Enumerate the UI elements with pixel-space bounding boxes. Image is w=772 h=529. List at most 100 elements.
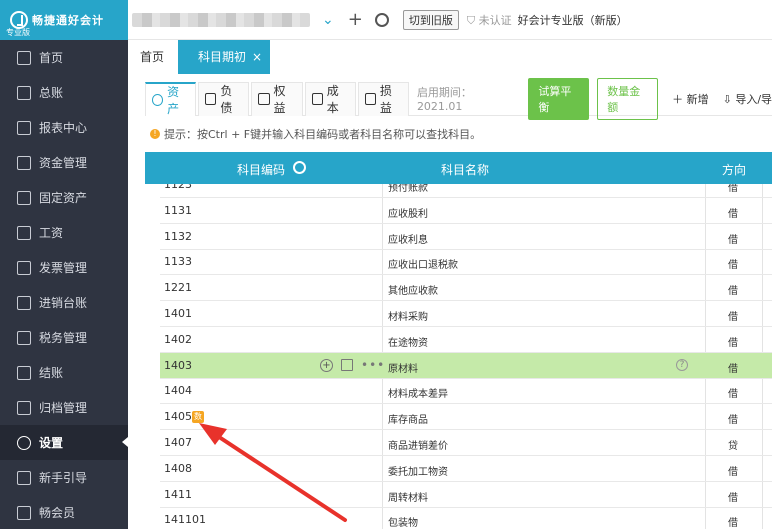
account-name: 材料成本差异 [388,389,448,401]
account-name: 在途物资 [388,337,428,349]
close-icon[interactable]: × [252,50,262,64]
sidebar-item-label: 工资 [39,226,64,240]
table-row[interactable]: 1407 商品进销差价 贷 [160,430,772,456]
import-export-label: 导入/导 [735,92,772,106]
column-settings-gear-icon[interactable] [293,161,306,174]
add-button[interactable]: ＋ 新增 [672,91,709,107]
gear-icon[interactable] [374,12,389,27]
sidebar-item-8[interactable]: 税务管理 [0,320,128,355]
table-row[interactable]: 1133 应收出口退税款 借 [160,249,772,276]
asset-icon [152,93,164,106]
sidebar-item-10[interactable]: 归档管理 [0,390,128,425]
category-tabs: 资产 负债 权益 成本 损益 启用期间：2021.01 试算平衡 数量金额 ＋ … [145,77,772,120]
sidebar-item-13[interactable]: 畅会员 [0,495,128,529]
account-name: 原材料 [388,363,418,375]
account-code: 1407 [164,436,192,449]
sidebar-item-3[interactable]: 资金管理 [0,145,128,180]
sidebar-item-6[interactable]: 发票管理 [0,250,128,285]
home-icon [17,50,31,65]
account-code: 1133 [164,255,192,269]
account-name: 预付账款 [388,184,428,194]
sidebar-item-label: 发票管理 [39,261,88,275]
account-name: 应收出口退税款 [388,260,458,272]
sidebar-item-11[interactable]: 设置 [0,425,128,460]
sidebar-item-0[interactable]: 首页 [0,40,128,75]
more-icon[interactable]: ••• [361,359,385,371]
table-row[interactable]: 1402 在途物资 借 [160,327,772,353]
column-header-code: 科目编码 [237,163,286,177]
switch-old-version-button[interactable]: 切到旧版 [402,9,459,30]
sidebar-item-5[interactable]: 工资 [0,215,128,250]
app-name: 畅捷通好会计 [32,14,104,27]
sidebar-item-2[interactable]: 报表中心 [0,110,128,145]
ledger-icon [17,85,31,100]
sidebar-item-label: 税务管理 [39,331,88,345]
account-name: 商品进销差价 [388,441,448,452]
help-icon[interactable]: ? [676,358,688,371]
table-row[interactable]: 1123 预付账款 借 [160,184,772,198]
tab-profit-loss-label: 损益 [379,84,392,115]
info-icon: ! [150,129,160,139]
sidebar-item-1[interactable]: 总账 [0,75,128,110]
trial-balance-button[interactable]: 试算平衡 [528,77,590,120]
sidebar-item-label: 畅会员 [39,506,76,520]
balance-direction: 借 [728,184,738,194]
sidebar-item-12[interactable]: 新手引导 [0,460,128,495]
table-row[interactable]: 1403 + •••? 原材料 借 [160,352,772,379]
balance-direction: 借 [728,208,738,220]
table-row[interactable]: 1411 周转材料 借 [160,482,772,508]
table-row[interactable]: 1405 数 库存商品 借 [160,404,772,431]
row-actions: + ••• [320,358,385,372]
tab-liabilities[interactable]: 负债 [198,81,250,116]
account-code: 1221 [164,281,192,295]
table-row[interactable]: 1404 材料成本差异 借 [160,378,772,405]
tab-assets[interactable]: 资产 [145,81,197,116]
table-row[interactable]: 1401 材料采购 借 [160,301,772,327]
tab-profit-loss[interactable]: 损益 [357,81,409,116]
app-edition: 专业版 [6,28,30,37]
company-name-redacted[interactable] [132,12,310,27]
quantity-amount-button[interactable]: 数量金额 [597,77,659,120]
import-export-button[interactable]: ⇩ 导入/导 [723,91,772,107]
sidebar-item-7[interactable]: 进销台账 [0,285,128,320]
table-row[interactable]: 1221 其他应收款 借 [160,275,772,302]
account-name: 材料采购 [388,312,428,323]
chevron-down-icon[interactable]: ⌄ [322,12,334,28]
tab-liabilities-label: 负债 [220,84,233,115]
unverified-badge[interactable]: ⛉ 未认证 [467,12,512,28]
sidebar-item-9[interactable]: 结账 [0,355,128,390]
unverified-label: 未认证 [478,13,512,27]
sidebar-nav: 首页 总账 报表中心 资金管理 固定资产工资发票管理进销台账税务管理结账归档管理设置 新手… [0,40,128,529]
tab-equity-label: 权益 [273,84,286,115]
account-code: 1401 [164,307,192,320]
account-name: 周转材料 [388,492,428,504]
tab-cost[interactable]: 成本 [304,81,356,116]
sidebar-item-label: 归档管理 [39,401,88,415]
table-row[interactable]: 141101 包装物 借 [160,507,772,529]
table-row[interactable]: 1131 应收股利 借 [160,198,772,224]
column-header-name: 科目名称 [441,163,490,177]
balance-direction: 借 [728,337,738,349]
edit-icon[interactable] [341,359,353,372]
table-row[interactable]: 1408 委托加工物资 借 [160,456,772,482]
tab-equity[interactable]: 权益 [251,81,303,116]
gear-icon [17,435,31,450]
balance-direction: 借 [728,260,738,272]
sidebar: 畅捷通好会计 专业版 首页 总账 报表中心 资金管理 固定资产工资发票管理进销台账税务管… [0,0,128,529]
add-subaccount-icon[interactable]: + [320,358,333,372]
add-icon[interactable]: + [348,9,363,30]
inventory-icon [17,295,31,310]
table-header: 科目编码 科目名称 方向 [145,152,772,184]
account-code: 1123 [164,184,192,191]
close-books-icon [17,365,31,380]
table-row[interactable]: 1132 应收利息 借 [160,224,772,250]
play-icon [17,470,31,485]
top-bar: ⌄ + 切到旧版 ⛉ 未认证 好会计专业版（新版） [128,0,772,40]
sidebar-item-4[interactable]: 固定资产 [0,180,128,215]
liability-icon [205,93,217,105]
balance-direction: 借 [728,286,738,298]
tab-home[interactable]: 首页 [128,40,176,74]
tab-opening-balance[interactable]: 科目期初 × [178,40,271,74]
account-name: 应收利息 [388,234,428,246]
balance-direction: 借 [728,492,738,504]
